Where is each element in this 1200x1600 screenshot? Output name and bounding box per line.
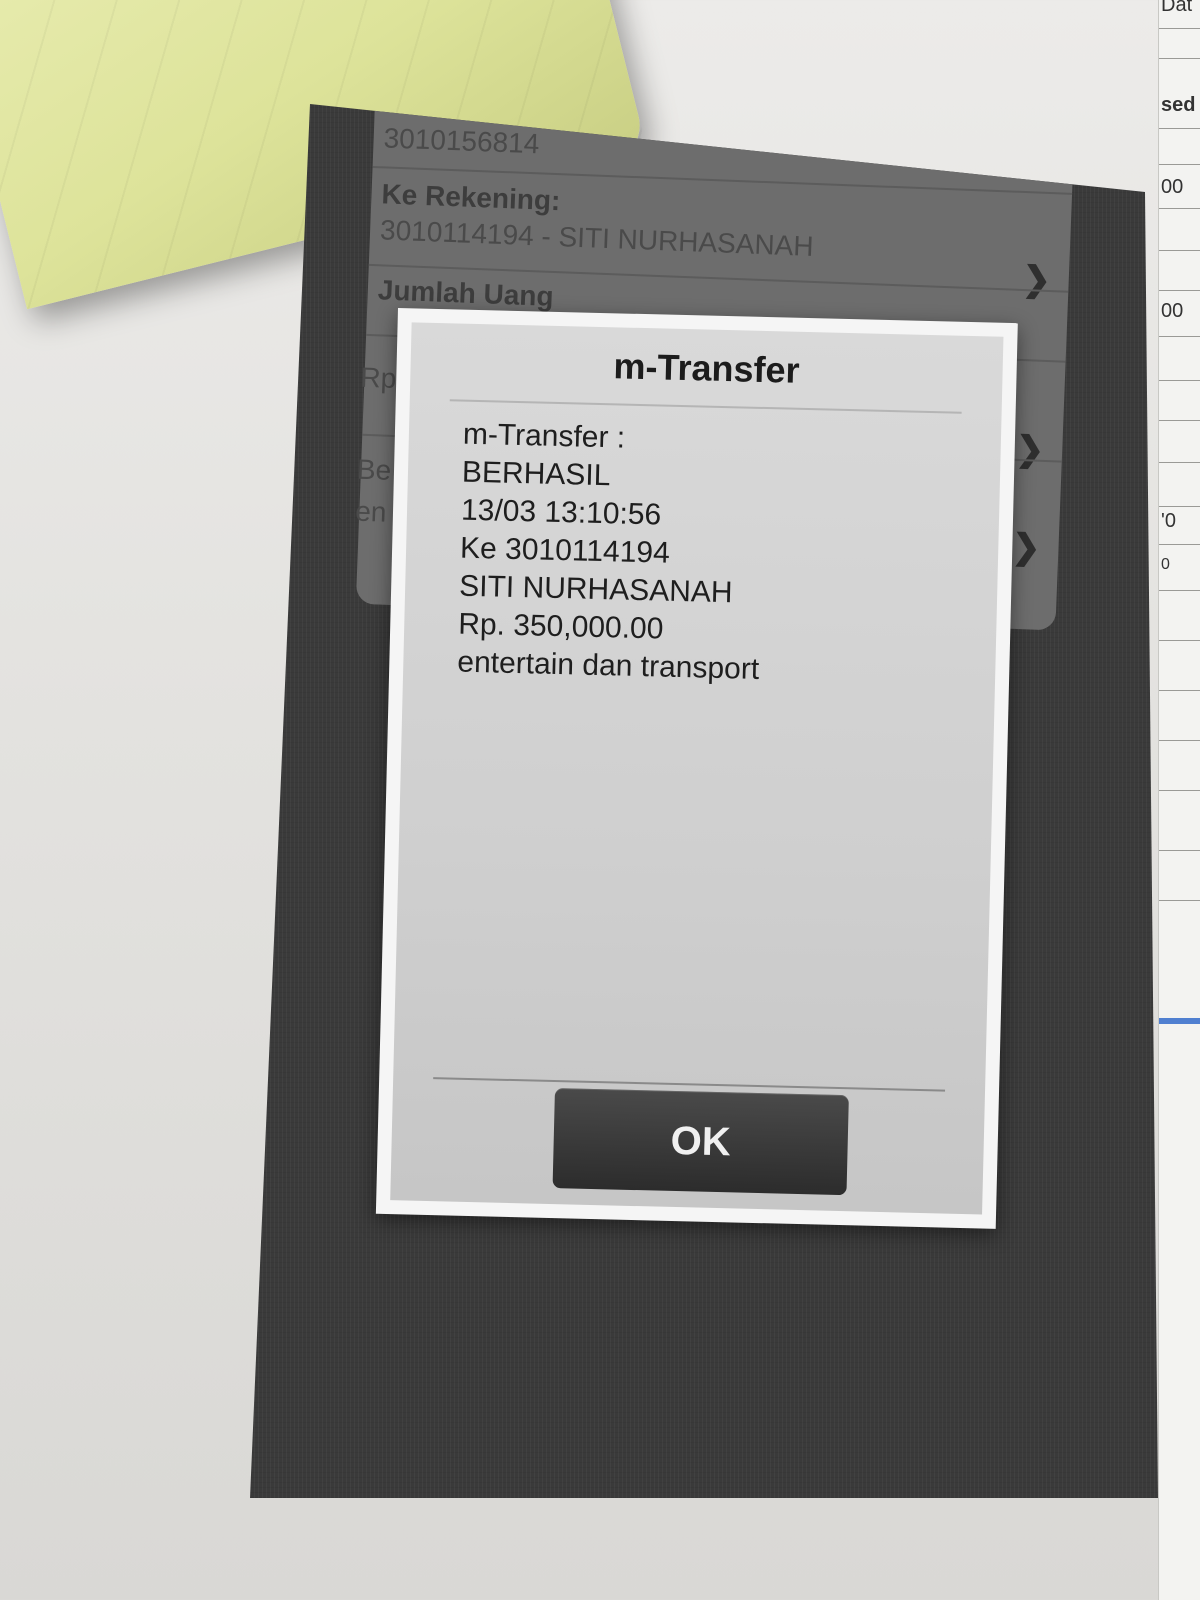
- side-text-1: Dat: [1161, 0, 1193, 16]
- dialog-body: m-Transfer m-Transfer : BERHASIL 13/03 1…: [390, 322, 1004, 1215]
- from-account-number: 3010156814: [383, 122, 540, 160]
- chevron-right-icon[interactable]: ❯: [1011, 527, 1041, 568]
- side-table-paper: Dat sed 00 00 '0 0: [1158, 0, 1200, 1600]
- side-text-4: 00: [1161, 300, 1184, 322]
- chevron-right-icon[interactable]: ❯: [1021, 259, 1052, 300]
- ok-button[interactable]: OK: [552, 1088, 849, 1196]
- to-account-value: 3010114194 - SITI NURHASANAH: [379, 214, 815, 262]
- chevron-right-icon[interactable]: ❯: [1015, 429, 1045, 470]
- side-text-6: 0: [1161, 556, 1170, 573]
- dialog-message: m-Transfer : BERHASIL 13/03 13:10:56 Ke …: [457, 416, 971, 694]
- description-label-partial: Be: [356, 453, 392, 486]
- dialog-title: m-Transfer: [613, 345, 801, 391]
- side-blue-line: [1159, 1018, 1200, 1024]
- title-divider: [449, 399, 962, 414]
- to-account-label: Ke Rekening:: [380, 178, 561, 217]
- description-value-partial: en: [354, 495, 388, 528]
- side-text-5: '0: [1161, 510, 1176, 532]
- button-divider: [433, 1077, 946, 1092]
- transfer-result-dialog: m-Transfer m-Transfer : BERHASIL 13/03 1…: [375, 308, 1018, 1229]
- side-text-3: 00: [1161, 176, 1184, 198]
- amount-prefix: Rp: [359, 361, 397, 395]
- side-text-2: sed: [1161, 94, 1196, 116]
